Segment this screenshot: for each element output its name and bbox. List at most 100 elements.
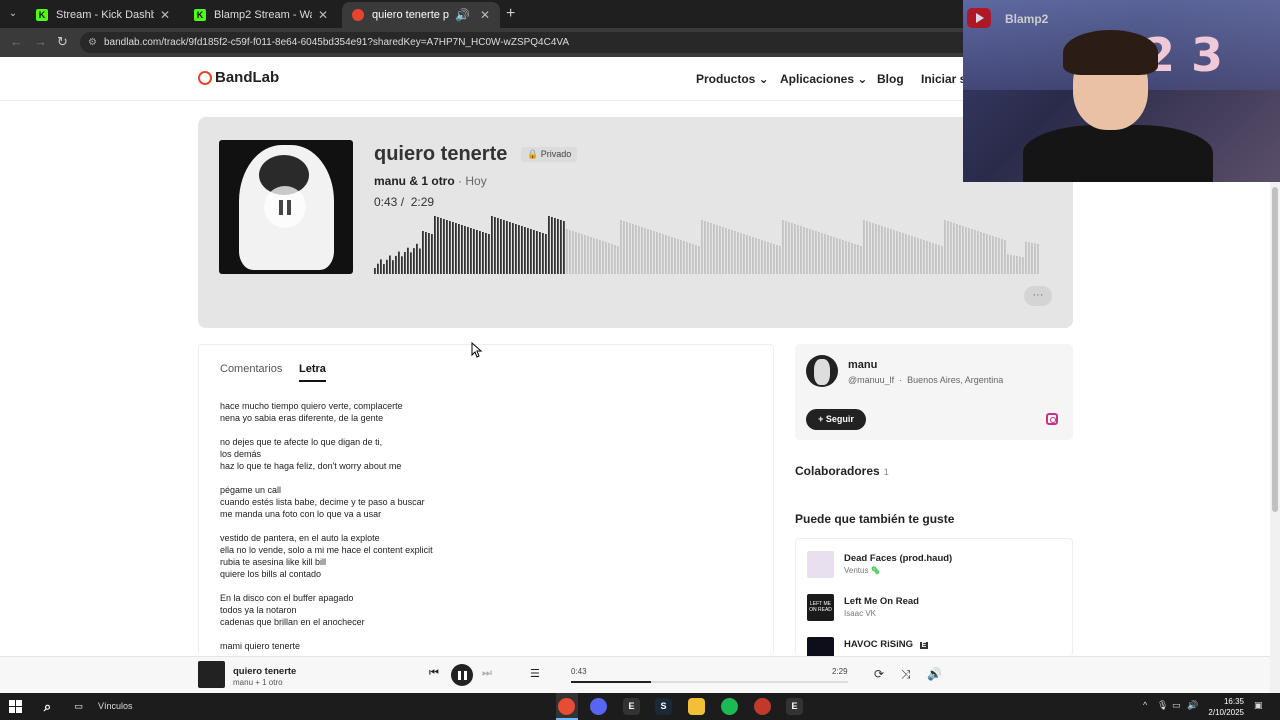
waveform-bar xyxy=(767,242,769,274)
profile-name[interactable]: manu xyxy=(848,359,877,371)
volume-icon[interactable]: 🔊 xyxy=(927,667,942,681)
shuffle-icon[interactable]: ⤨ xyxy=(901,667,911,682)
tab-search-icon[interactable]: ⌄ xyxy=(4,5,22,23)
waveform-bar xyxy=(1010,254,1012,274)
next-icon[interactable]: ⏭ xyxy=(482,667,492,680)
task-view-icon[interactable]: ▭ xyxy=(70,698,87,715)
waveform-bar xyxy=(395,255,397,274)
waveform-bar xyxy=(1007,254,1009,274)
previous-icon[interactable]: ⏮ xyxy=(429,667,439,680)
lyrics-line: pégame un call xyxy=(220,485,282,495)
repeat-icon[interactable]: ⟳ xyxy=(874,667,884,681)
browser-tab-kick-stream[interactable]: K Blamp2 Stream - Watch Live on Kick ✕ xyxy=(184,2,338,28)
pause-button[interactable] xyxy=(451,664,473,686)
queue-icon[interactable]: ☰ xyxy=(530,667,540,680)
close-tab-icon[interactable]: ✕ xyxy=(318,8,328,22)
waveform-bar xyxy=(677,239,679,274)
notifications-icon[interactable]: ▣ xyxy=(1254,700,1263,711)
player-progress-bar[interactable] xyxy=(571,681,848,683)
file-explorer-icon[interactable] xyxy=(688,698,705,715)
rec-title[interactable]: HAVOC RiSiNG E xyxy=(844,639,929,650)
other-artists-link[interactable]: & 1 otro xyxy=(406,174,454,188)
obs-icon[interactable] xyxy=(754,698,771,715)
waveform-bar xyxy=(578,233,580,274)
waveform-bar xyxy=(647,229,649,274)
nav-productos[interactable]: Productos ⌄ xyxy=(696,72,769,86)
waveform-bar xyxy=(482,232,484,274)
browser-tab-bandlab[interactable]: quiero tenerte por manu | BandLab 🔊 ✕ xyxy=(342,2,500,28)
track-cover-art[interactable] xyxy=(219,140,353,274)
new-tab-icon[interactable]: + xyxy=(506,5,515,23)
track-artists[interactable]: manu & 1 otro · Hoy xyxy=(374,174,487,188)
waveform-bar xyxy=(815,231,817,274)
forward-icon[interactable]: → xyxy=(34,34,47,49)
discord-icon[interactable] xyxy=(590,698,607,715)
waveform-bar xyxy=(656,232,658,274)
chrome-icon[interactable] xyxy=(558,698,575,715)
waveform-bar xyxy=(461,225,463,274)
close-tab-icon[interactable]: ✕ xyxy=(480,8,490,22)
waveform-bar xyxy=(827,235,829,274)
rec-artist[interactable]: Isaac VK xyxy=(844,609,876,618)
links-toolbar[interactable]: Vínculos xyxy=(98,701,133,711)
tray-chevron-icon[interactable]: ^ xyxy=(1143,700,1147,710)
avatar[interactable] xyxy=(806,355,838,387)
bandlab-logo[interactable]: BandLab xyxy=(198,69,279,86)
rec-title[interactable]: Dead Faces (prod.haud) xyxy=(844,553,952,564)
waveform-bar xyxy=(851,243,853,274)
waveform-bar xyxy=(575,232,577,274)
list-item[interactable]: Dead Faces (prod.haud) Ventus 🦠 xyxy=(807,551,1057,579)
site-info-icon[interactable]: ⚙ xyxy=(88,32,97,53)
speaker-icon[interactable]: 🔊 xyxy=(455,8,470,22)
steam-icon[interactable]: S xyxy=(655,698,672,715)
browser-tab-kick-dashboard[interactable]: K Stream - Kick Dashboard ✕ xyxy=(26,2,180,28)
epic-launcher-icon[interactable]: E xyxy=(786,698,803,715)
waveform-bar xyxy=(389,255,391,274)
spotify-icon[interactable] xyxy=(721,698,738,715)
waveform-bar xyxy=(659,233,661,274)
pause-icon[interactable] xyxy=(264,186,306,228)
waveform-bar xyxy=(566,229,568,274)
nav-aplicaciones[interactable]: Aplicaciones ⌄ xyxy=(780,72,867,86)
instagram-icon[interactable] xyxy=(1046,413,1058,425)
tab-comments[interactable]: Comentarios xyxy=(220,363,282,380)
list-item[interactable]: LEFT ME ON READ Left Me On Read Isaac VK xyxy=(807,594,1057,622)
more-options-icon[interactable]: ··· xyxy=(1024,286,1052,306)
player-artist[interactable]: manu + 1 otro xyxy=(233,678,283,687)
microphone-icon[interactable]: 🎙 xyxy=(1157,700,1168,711)
player-title[interactable]: quiero tenerte xyxy=(233,666,296,677)
waveform-bar xyxy=(1016,256,1018,274)
url-input[interactable]: ⚙ bandlab.com/track/9fd185f2-c59f-f011-8… xyxy=(80,32,980,53)
kick-favicon-icon: K xyxy=(36,9,48,21)
waveform-bar xyxy=(797,225,799,274)
search-icon[interactable]: ⌕ xyxy=(39,698,56,715)
reload-icon[interactable]: ↻ xyxy=(57,34,68,50)
lyrics-line: quiere los bills al contado xyxy=(220,569,322,579)
scrollbar-thumb[interactable] xyxy=(1272,187,1278,512)
artist-link[interactable]: manu xyxy=(374,174,406,188)
close-tab-icon[interactable]: ✕ xyxy=(160,8,170,22)
system-clock[interactable]: 16:35 2/10/2025 xyxy=(1196,696,1244,718)
waveform-bar xyxy=(785,221,787,274)
waveform-bar xyxy=(617,246,619,274)
network-icon[interactable]: ▭ xyxy=(1172,700,1181,711)
list-item[interactable]: HAVOC RiSiNG E xyxy=(807,637,1057,656)
player-thumbnail[interactable] xyxy=(198,661,225,688)
rec-artist[interactable]: Ventus 🦠 xyxy=(844,566,881,575)
private-badge: 🔒 Privado xyxy=(521,147,578,162)
waveform-bar xyxy=(908,235,910,274)
collaborators-heading[interactable]: Colaboradores 1 xyxy=(795,464,889,478)
waveform-bar xyxy=(983,233,985,274)
tab-lyrics[interactable]: Letra xyxy=(299,363,326,382)
rec-title[interactable]: Left Me On Read xyxy=(844,596,919,607)
waveform-bar xyxy=(869,222,871,274)
waveform-bar xyxy=(539,232,541,274)
back-icon[interactable]: ← xyxy=(10,34,23,49)
follow-button[interactable]: + Seguir xyxy=(806,409,866,430)
windows-start-icon[interactable] xyxy=(9,700,22,713)
waveform-seek-bar[interactable] xyxy=(374,212,1046,274)
epic-games-icon[interactable]: E xyxy=(623,698,640,715)
nav-blog[interactable]: Blog xyxy=(877,72,904,86)
waveform-bar xyxy=(440,218,442,274)
waveform-bar xyxy=(569,230,571,274)
